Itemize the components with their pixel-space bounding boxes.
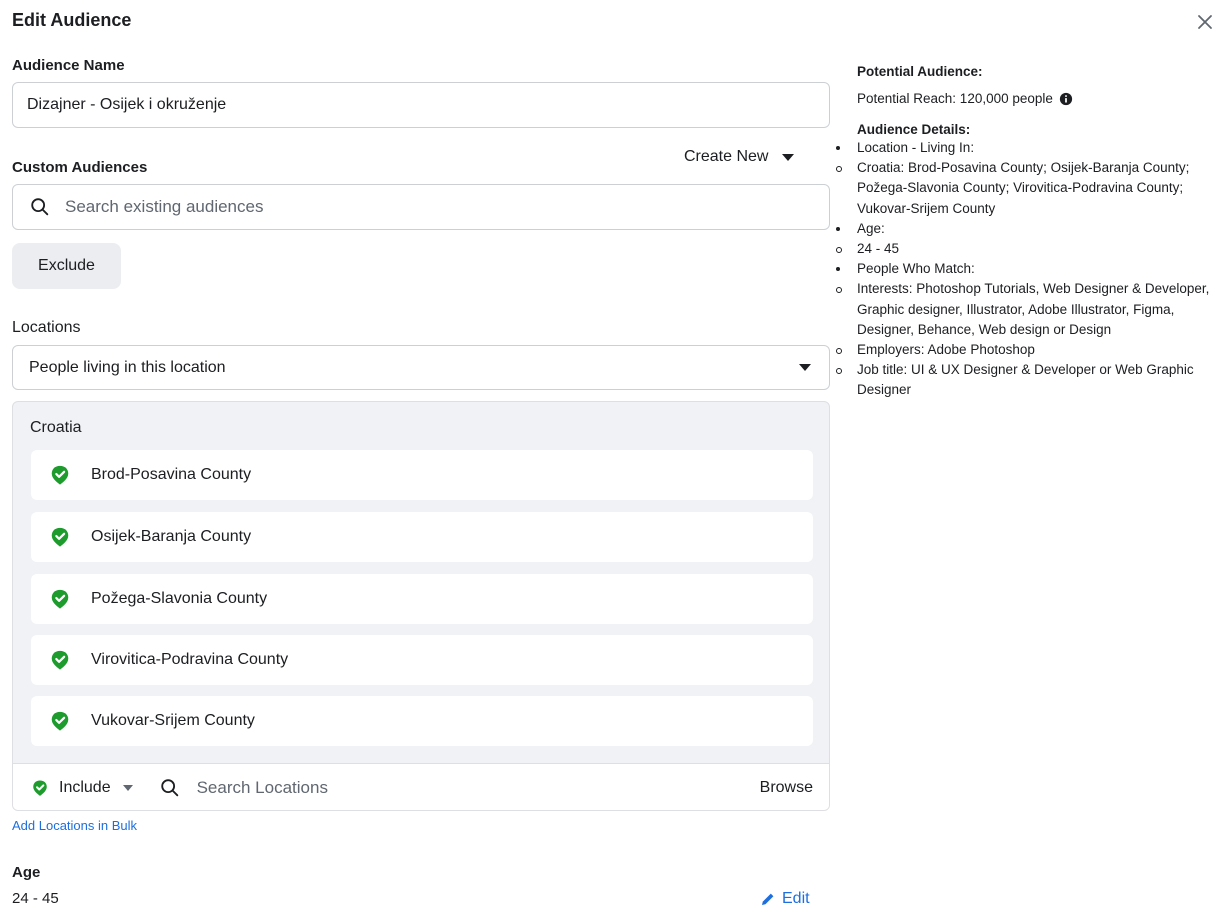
age-label: Age [12,864,41,881]
detail-item: Employers: Adobe Photoshop [836,340,1217,360]
audience-search-wrapper [12,184,830,230]
detail-item: Interests: Photoshop Tutorials, Web Desi… [836,279,1217,340]
location-name: Vukovar-Srijem County [91,712,255,729]
location-name: Osijek-Baranja County [91,528,252,545]
location-name: Virovitica-Podravina County [91,651,289,668]
create-new-label: Create New [684,148,769,165]
detail-item: Croatia: Brod-Posavina County; Osijek-Ba… [836,158,1217,219]
location-mode-select[interactable]: People living in this location [12,345,830,390]
location-item[interactable]: Požega-Slavonia County [31,574,813,624]
audience-name-field[interactable] [13,83,829,127]
search-icon [160,778,178,796]
info-icon[interactable] [1059,92,1073,106]
audience-summary: Potential Audience: Potential Reach: 120… [836,63,1217,401]
audience-details-list: Location - Living In: Croatia: Brod-Posa… [836,138,1217,401]
edit-age-button[interactable]: Edit [760,890,810,908]
pencil-icon [762,893,774,905]
edit-audience-dialog: Edit Audience Audience Name Custom Audie… [0,0,1220,908]
caret-down-icon [782,153,795,161]
potential-reach: Potential Reach: 120,000 people [857,90,1217,107]
location-search-bar: Include Browse [13,763,829,810]
location-item[interactable]: Vukovar-Srijem County [31,696,813,746]
location-item[interactable]: Brod-Posavina County [31,450,813,500]
location-item[interactable]: Virovitica-Podravina County [31,635,813,685]
location-pin-check-icon [51,527,69,547]
potential-audience-heading: Potential Audience: [857,64,983,79]
detail-item: People Who Match: [836,259,1217,279]
location-pin-check-icon [51,650,69,670]
location-pin-check-icon [51,465,69,485]
audience-details-heading: Audience Details: [857,122,971,137]
detail-item: Age: [836,219,1217,239]
include-pin-icon [33,780,47,796]
audience-name-field-wrapper [12,82,830,128]
location-name: Brod-Posavina County [91,466,252,483]
browse-button[interactable]: Browse [760,779,813,797]
dialog-title: Edit Audience [12,10,132,30]
locations-panel: Croatia Brod-Posavina County Osijek-Bara… [12,401,830,811]
location-pin-check-icon [51,589,69,609]
country-heading: Croatia [30,419,82,436]
include-label: Include [59,778,111,796]
include-dropdown[interactable]: Include [59,779,133,797]
create-new-dropdown[interactable]: Create New [684,148,795,166]
add-locations-in-bulk-link[interactable]: Add Locations in Bulk [12,818,137,833]
exclude-button[interactable]: Exclude [12,243,121,289]
detail-item: Location - Living In: [836,138,1217,158]
location-pin-check-icon [51,711,69,731]
custom-audiences-label: Custom Audiences [12,159,148,176]
detail-item: Job title: UI & UX Designer & Developer … [836,360,1217,400]
caret-down-icon [799,364,811,371]
edit-label: Edit [782,890,810,907]
detail-item: 24 - 45 [836,239,1217,259]
age-value: 24 - 45 [12,890,59,907]
location-item[interactable]: Osijek-Baranja County [31,512,813,562]
caret-down-icon [122,784,133,791]
locations-label: Locations [12,319,81,336]
location-search-input[interactable] [196,777,677,798]
search-icon [31,198,49,216]
location-name: Požega-Slavonia County [91,590,268,607]
audience-name-label: Audience Name [12,57,125,74]
location-mode-value: People living in this location [29,358,226,376]
audience-search-input[interactable] [51,185,829,229]
close-icon[interactable] [1193,10,1217,34]
potential-reach-text: Potential Reach: 120,000 people [857,91,1053,106]
